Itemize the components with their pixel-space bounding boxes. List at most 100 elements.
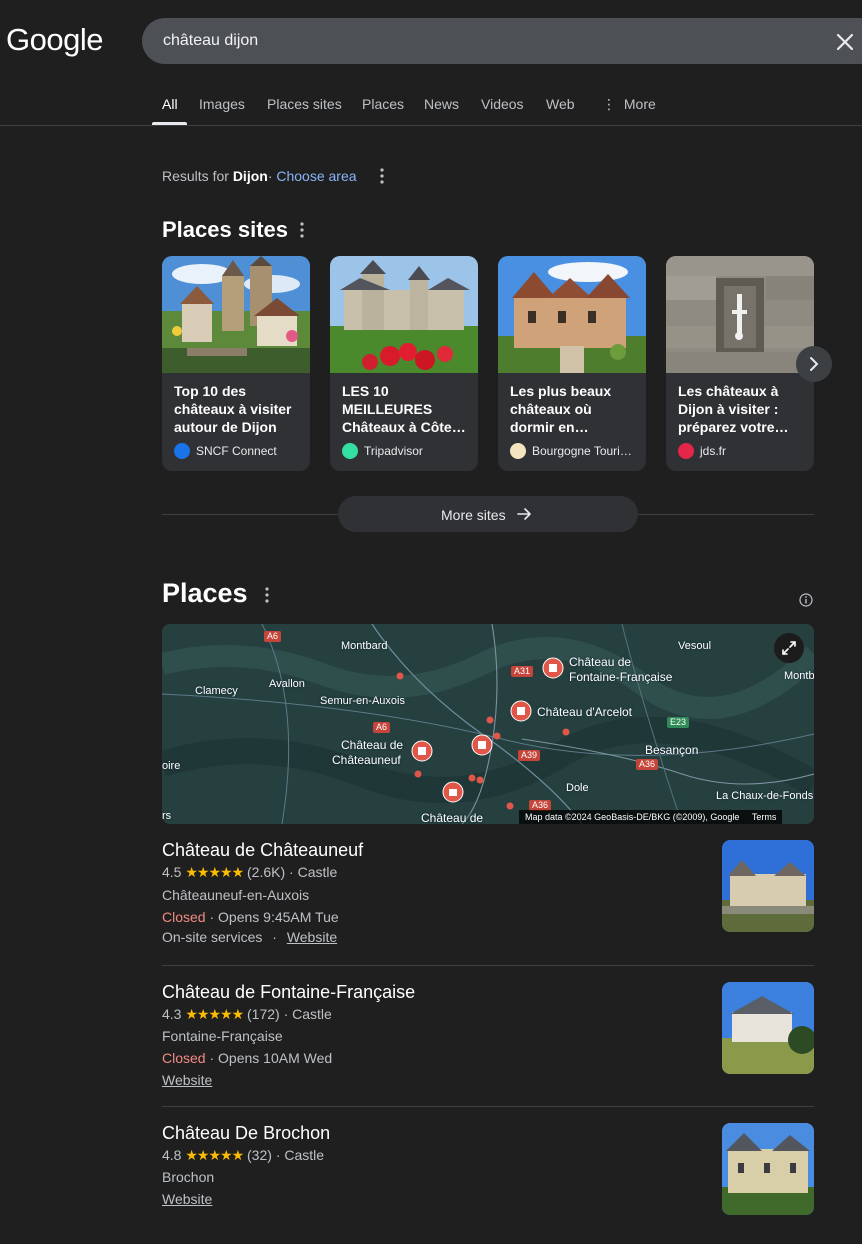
more-sites-button[interactable]: More sites	[338, 496, 638, 532]
carousel-next-button[interactable]	[796, 346, 832, 382]
map-terms-link[interactable]: Terms	[752, 812, 777, 822]
website-link[interactable]: Website	[162, 1191, 212, 1207]
places-sites-options-icon[interactable]	[295, 221, 309, 239]
active-tab-indicator	[152, 122, 187, 125]
results-options-icon[interactable]	[375, 167, 389, 185]
place-name[interactable]: Château de Fontaine-Française	[162, 982, 415, 1003]
website-link[interactable]: Website	[287, 929, 337, 945]
place-website-line: Website	[162, 1191, 212, 1207]
place-photo[interactable]	[722, 840, 814, 932]
site-card-image	[666, 256, 814, 373]
place-name[interactable]: Château de Châteauneuf	[162, 840, 363, 861]
map-label: oire	[162, 760, 181, 772]
road-badge: A39	[518, 750, 541, 761]
rating-stars-icon: ★★★★★	[185, 864, 244, 880]
road-badge: A31	[511, 666, 534, 677]
site-card-sncf[interactable]: Top 10 des châteaux à visiter autour de …	[162, 256, 310, 471]
site-card-image	[498, 256, 646, 373]
website-link[interactable]: Website	[162, 1072, 212, 1088]
map-attribution-text: Map data ©2024 GeoBasis-DE/BKG (©2009), …	[525, 812, 740, 822]
place-name[interactable]: Château De Brochon	[162, 1123, 330, 1144]
search-input[interactable]: château dijon	[163, 32, 258, 50]
tab-web[interactable]: Web	[546, 96, 575, 112]
tab-places[interactable]: Places	[362, 96, 404, 112]
road-badge: A6	[373, 722, 391, 733]
clear-search-icon[interactable]	[832, 29, 858, 55]
road-badge: E23	[667, 717, 690, 728]
jds-logo-icon	[678, 443, 694, 459]
place-status: Closed	[162, 909, 206, 925]
google-logo[interactable]: Google	[6, 22, 103, 58]
place-category: · Castle	[283, 1006, 332, 1022]
site-card-title: Les plus beaux châteaux où dormir en…	[510, 383, 612, 435]
map-label: rs	[162, 810, 172, 822]
map-label: Dole	[566, 782, 589, 794]
place-category: · Castle	[275, 1147, 325, 1163]
rating-stars-icon: ★★★★★	[185, 1147, 244, 1163]
road-badge: A36	[636, 759, 659, 770]
site-card-title: Les châteaux à Dijon à visiter : prépare…	[678, 383, 789, 435]
choose-area-link[interactable]: Choose area	[276, 168, 356, 184]
search-tabs: All Images Places sites Places News Vide…	[0, 84, 862, 126]
tab-more-label: More	[623, 96, 656, 112]
tab-more[interactable]: ⋮ More	[602, 96, 656, 113]
site-card-source-name: Bourgogne Touri…	[532, 444, 632, 458]
place-hours-line: Closed · Opens 9:45AM Tue	[162, 909, 339, 925]
place-photo[interactable]	[722, 1123, 814, 1215]
more-kebab-icon: ⋮	[602, 96, 616, 112]
place-rating-line: 4.5 ★★★★★ (2.6K) · Castle	[162, 864, 337, 881]
rating-value: 4.5	[162, 864, 182, 880]
map-label: Fontaine-Française	[569, 670, 673, 684]
site-card-image	[330, 256, 478, 373]
results-separator: ·	[267, 168, 273, 184]
more-sites-label: More sites	[441, 507, 506, 523]
place-services: On-site services	[162, 929, 263, 945]
site-card-jds[interactable]: Les châteaux à Dijon à visiter : prépare…	[666, 256, 814, 471]
places-options-icon[interactable]	[260, 586, 274, 604]
place-listing[interactable]: Château De Brochon 4.8 ★★★★★ (32) · Cast…	[162, 1123, 814, 1223]
site-card-source-name: jds.fr	[700, 444, 727, 458]
place-listing[interactable]: Château de Châteauneuf 4.5 ★★★★★ (2.6K) …	[162, 840, 814, 950]
tab-places-sites[interactable]: Places sites	[267, 96, 342, 112]
map-label: Montbard	[341, 640, 388, 652]
map-label: Semur-en-Auxois	[320, 695, 405, 707]
place-photo[interactable]	[722, 982, 814, 1074]
arrow-right-icon	[517, 508, 531, 520]
site-card-tripadvisor[interactable]: LES 10 MEILLEURES Châteaux à Côte… Tripa…	[330, 256, 478, 471]
map-attribution: Map data ©2024 GeoBasis-DE/BKG (©2009), …	[519, 810, 783, 824]
site-card-source: jds.fr	[678, 443, 726, 459]
sncf-logo-icon	[174, 443, 190, 459]
review-count: (172)	[247, 1006, 280, 1022]
map-label: Châteauneuf	[332, 753, 401, 767]
places-map[interactable]: Montbard Vesoul Montb Clamecy Avallon Se…	[162, 624, 814, 824]
services-separator: ·	[272, 929, 277, 945]
map-label: Vesoul	[678, 640, 712, 652]
places-title: Places	[162, 578, 248, 608]
place-listing[interactable]: Château de Fontaine-Française 4.3 ★★★★★ …	[162, 982, 814, 1088]
tripadvisor-logo-icon	[342, 443, 358, 459]
site-card-source: SNCF Connect	[174, 443, 277, 459]
place-location: Brochon	[162, 1169, 215, 1185]
place-divider	[162, 1106, 814, 1107]
bourgogne-logo-icon	[510, 443, 526, 459]
map-label: Avallon	[269, 678, 305, 690]
place-rating-line: 4.8 ★★★★★ (32) · Castle	[162, 1147, 324, 1164]
place-hours: · Opens 10AM Wed	[209, 1050, 333, 1066]
rating-stars-icon: ★★★★★	[185, 1006, 244, 1022]
place-location: Châteauneuf-en-Auxois	[162, 887, 310, 903]
site-card-title: Top 10 des châteaux à visiter autour de …	[174, 383, 292, 435]
site-card-source: Bourgogne Touri…	[510, 443, 632, 459]
tab-news[interactable]: News	[424, 96, 459, 112]
map-label: Château de	[341, 738, 404, 752]
info-icon[interactable]	[799, 593, 813, 607]
site-card-image	[162, 256, 310, 373]
map-label: Clamecy	[195, 685, 238, 697]
tab-images[interactable]: Images	[199, 96, 245, 112]
tab-videos[interactable]: Videos	[481, 96, 524, 112]
tab-all[interactable]: All	[162, 96, 178, 112]
map-expand-button[interactable]	[774, 633, 804, 663]
site-card-bourgogne-tourisme[interactable]: Les plus beaux châteaux où dormir en… Bo…	[498, 256, 646, 471]
results-for-prefix: Results for	[162, 168, 229, 184]
map-label: Château d'Arcelot	[537, 705, 633, 719]
search-box[interactable]: château dijon	[142, 18, 862, 64]
